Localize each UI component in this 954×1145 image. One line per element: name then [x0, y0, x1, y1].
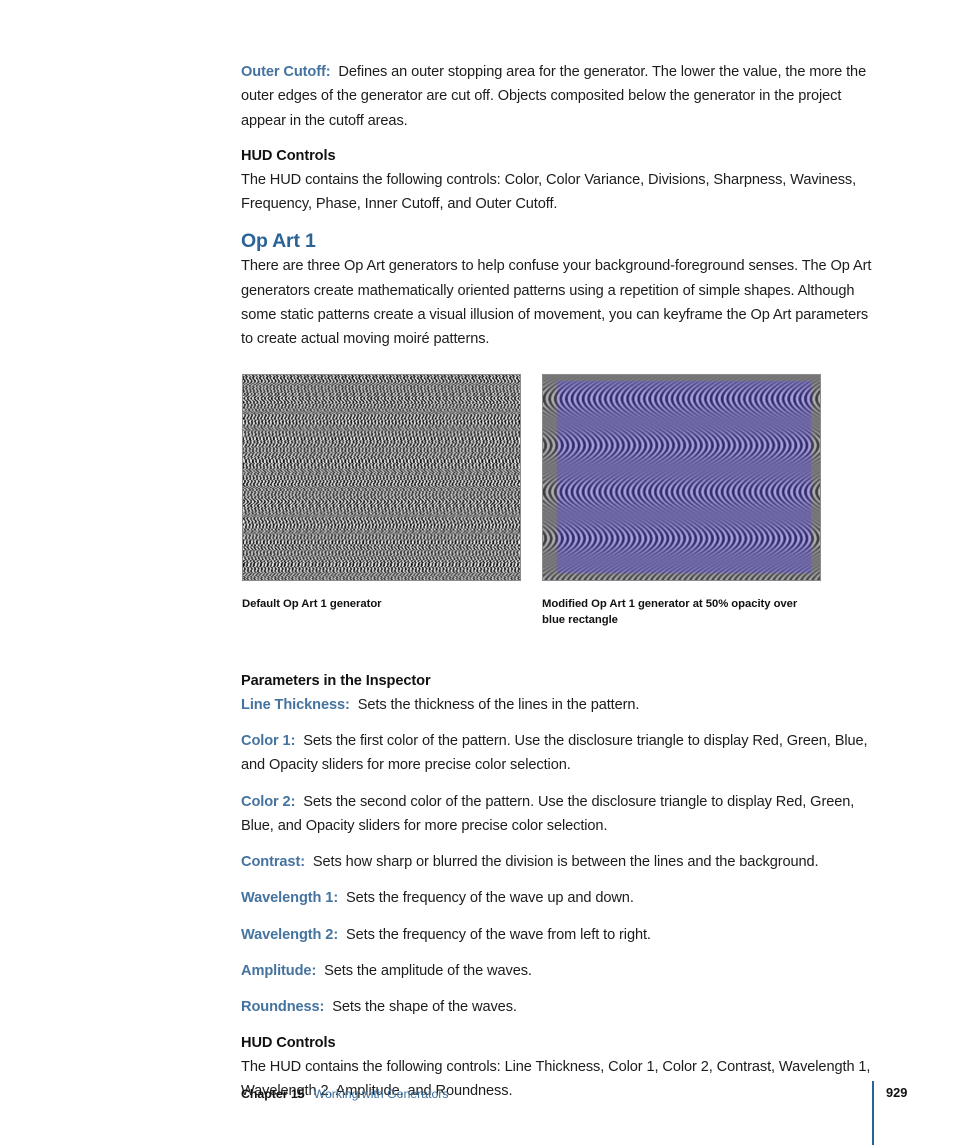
caption-modified-op-art: Modified Op Art 1 generator at 50% opaci…: [542, 597, 798, 627]
parameter-term: Line Thickness:: [241, 696, 350, 713]
document-page: Outer Cutoff: Defines an outer stopping …: [0, 0, 954, 1145]
figure-captions: Default Op Art 1 generator Modified Op A…: [241, 596, 875, 642]
hud-controls-heading-bottom: HUD Controls: [241, 1034, 336, 1051]
parameter-description: Sets the second color of the pattern. Us…: [241, 793, 855, 834]
parameter-description: Sets the frequency of the wave up and do…: [346, 890, 634, 907]
term-spacer: [305, 854, 313, 870]
parameter-description: Sets the shape of the waves.: [332, 999, 517, 1016]
term-spacer: [338, 890, 346, 906]
figure-group: [241, 373, 875, 582]
figure-modified-op-art: [542, 373, 821, 581]
page-number: 929: [886, 1085, 908, 1100]
parameter-term: Contrast:: [241, 854, 305, 871]
parameter-description: Sets how sharp or blurred the division i…: [312, 854, 819, 871]
modified-op-art-canvas: [543, 374, 820, 580]
parameter-description: Sets the first color of the pattern. Use…: [241, 732, 868, 774]
parameter-wavelength-1: Wavelength 1: Sets the frequency of the …: [241, 886, 875, 910]
default-op-art-canvas: [243, 374, 520, 580]
parameter-amplitude: Amplitude: Sets the amplitude of the wav…: [241, 959, 875, 983]
hud-controls-text-top: The HUD contains the following controls:…: [241, 171, 857, 213]
parameter-wavelength-2: Wavelength 2: Sets the frequency of the …: [241, 923, 875, 947]
parameter-term: Wavelength 2:: [241, 926, 339, 943]
page-title: Op Art 1: [241, 230, 316, 253]
parameter-term: Roundness:: [241, 999, 325, 1016]
parameter-roundness: Roundness: Sets the shape of the waves.: [241, 995, 875, 1019]
parameters-heading: Parameters in the Inspector: [241, 672, 431, 689]
parameter-term: Amplitude:: [241, 963, 317, 980]
parameter-line-thickness: Line Thickness: Sets the thickness of th…: [241, 693, 875, 717]
parameter-term: Color 1:: [241, 732, 296, 749]
caption-default-op-art: Default Op Art 1 generator: [242, 597, 382, 610]
hud-controls-heading-top: HUD Controls: [241, 147, 336, 164]
outer-cutoff-term: Outer Cutoff:: [241, 64, 331, 80]
parameter-term: Wavelength 1:: [241, 890, 339, 907]
parameter-description: Sets the amplitude of the waves.: [324, 963, 532, 980]
parameter-color-1: Color 1: Sets the first color of the pat…: [241, 729, 875, 778]
op-art-intro-paragraph: There are three Op Art generators to hel…: [241, 258, 872, 348]
parameter-color-2: Color 2: Sets the second color of the pa…: [241, 790, 875, 839]
outer-cutoff-paragraph: Outer Cutoff: Defines an outer stopping …: [241, 60, 875, 133]
parameters-section: Parameters in the Inspector Line Thickne…: [241, 670, 875, 1020]
term-spacer: [338, 927, 346, 943]
footer-divider: [872, 1081, 874, 1145]
parameter-contrast: Contrast: Sets how sharp or blurred the …: [241, 850, 875, 874]
term-spacer: [350, 697, 358, 713]
figure-default-op-art: [242, 373, 521, 581]
term-spacer: [316, 963, 324, 979]
parameter-description: Sets the frequency of the wave from left…: [346, 926, 651, 943]
page-content: Outer Cutoff: Defines an outer stopping …: [241, 60, 875, 1103]
parameter-description: Sets the thickness of the lines in the p…: [357, 696, 640, 713]
parameter-term: Color 2:: [241, 793, 296, 810]
footer-chapter: Chapter 15: [241, 1087, 305, 1101]
page-footer: Chapter 15 Working with Generators: [241, 1085, 875, 1103]
footer-chapter-title: Working with Generators: [313, 1087, 449, 1101]
